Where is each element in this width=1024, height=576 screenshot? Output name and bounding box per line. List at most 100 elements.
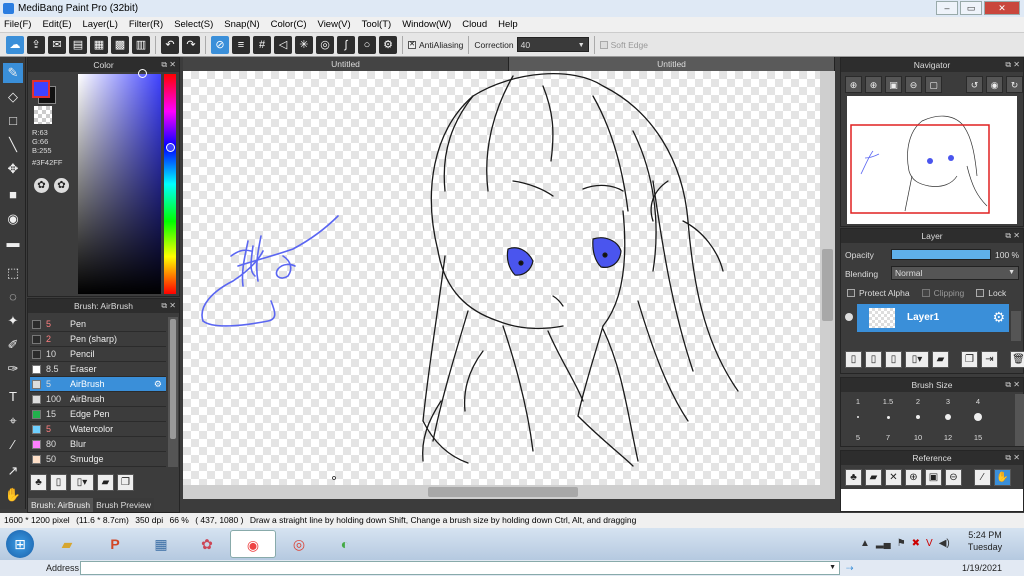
paint-icon[interactable]: ✿: [184, 530, 230, 558]
drawing-canvas[interactable]: [183, 71, 820, 485]
menu-window[interactable]: Window(W): [402, 19, 451, 30]
app-green-icon[interactable]: ◐: [322, 530, 368, 558]
zoom-fit-icon[interactable]: ⊕: [865, 76, 882, 93]
select-tool-icon[interactable]: ⬚: [3, 263, 23, 283]
brush-item[interactable]: 10 Pencil: [30, 347, 166, 362]
fit-window-icon[interactable]: ▢: [925, 76, 942, 93]
correction-select[interactable]: 40 ▼: [516, 37, 589, 52]
menu-tool[interactable]: Tool(T): [362, 19, 392, 30]
lock-checkbox[interactable]: [976, 289, 985, 297]
clipping-checkbox[interactable]: [921, 289, 930, 297]
share-icon[interactable]: ⇪: [27, 35, 45, 54]
soft-edge-checkbox[interactable]: [599, 40, 608, 49]
brush-size-option[interactable]: 15: [963, 429, 993, 446]
merge-down-icon[interactable]: ⇥: [981, 351, 998, 368]
opacity-slider[interactable]: [891, 249, 991, 260]
layer-menu-icon[interactable]: ▯▾: [905, 351, 929, 368]
curve-snap-icon[interactable]: ∫: [337, 35, 355, 54]
brush-item[interactable]: 80 Blur: [30, 437, 166, 452]
antialiasing-checkbox[interactable]: ✕: [408, 40, 416, 49]
perspective-snap-icon[interactable]: ◁: [274, 35, 292, 54]
select-pen-icon[interactable]: ✐: [3, 335, 23, 355]
add-brush-icon[interactable]: ♣: [30, 474, 47, 491]
panel-controls-icon[interactable]: ⧉ ✕: [1005, 229, 1020, 243]
dot-tool-icon[interactable]: □: [3, 111, 23, 131]
radial-snap-icon[interactable]: ✳: [295, 35, 313, 54]
layer-visibility-icon[interactable]: [845, 313, 853, 321]
fill-tool-icon[interactable]: ◉: [3, 209, 23, 229]
document-icon[interactable]: ▦: [90, 35, 108, 54]
brush-item[interactable]: 15 Edge Pen: [30, 407, 166, 422]
network-icon[interactable]: ▂▄: [876, 538, 891, 549]
brush-size-scrollbar[interactable]: [1015, 394, 1024, 446]
move-tool-icon[interactable]: ✥: [3, 159, 23, 179]
reference-add-icon[interactable]: ♣: [845, 469, 862, 486]
folder-icon[interactable]: ▰: [97, 474, 114, 491]
circle-snap-icon[interactable]: ○: [358, 35, 376, 54]
menu-filter[interactable]: Filter(R): [129, 19, 163, 30]
brush-item[interactable]: 50 Smudge: [30, 452, 166, 467]
calculator-icon[interactable]: ▦: [138, 530, 184, 558]
reference-view[interactable]: [841, 489, 1023, 511]
parallel-snap-icon[interactable]: ≡: [232, 35, 250, 54]
brush-size-option[interactable]: 1: [843, 393, 873, 427]
cross-snap-icon[interactable]: #: [253, 35, 271, 54]
grid-icon[interactable]: ▩: [111, 35, 129, 54]
menu-color[interactable]: Color(C): [271, 19, 307, 30]
divide-tool-icon[interactable]: ⌖: [3, 411, 23, 431]
reference-eyedropper-icon[interactable]: ⁄: [974, 469, 991, 486]
snap-off-icon[interactable]: ⊘: [211, 35, 229, 54]
menu-snap[interactable]: Snap(N): [224, 19, 259, 30]
cloud-icon[interactable]: ☁: [6, 35, 24, 54]
menu-view[interactable]: View(V): [318, 19, 351, 30]
explorer-icon[interactable]: ▰: [44, 530, 90, 558]
lasso-tool-icon[interactable]: ◌: [3, 287, 23, 307]
panel-controls-icon[interactable]: ⧉ ✕: [1005, 451, 1020, 465]
brush-size-option[interactable]: 3: [933, 393, 963, 427]
panel-controls-icon[interactable]: ⧉ ✕: [1005, 58, 1020, 72]
tab-brush-preview[interactable]: Brush Preview: [93, 498, 154, 512]
new-brush-icon[interactable]: ▯: [50, 474, 67, 491]
brush-size-option[interactable]: 12: [933, 429, 963, 446]
brush-tool-icon[interactable]: ✎: [3, 63, 23, 83]
brush-menu-icon[interactable]: ▯▾: [70, 474, 94, 491]
menu-select[interactable]: Select(S): [174, 19, 213, 30]
panel-controls-icon[interactable]: ⧉ ✕: [1005, 378, 1020, 392]
duplicate-layer-icon[interactable]: ❐: [961, 351, 978, 368]
layer-folder-icon[interactable]: ▰: [932, 351, 949, 368]
tab-untitled-2[interactable]: Untitled: [509, 57, 835, 71]
line-tool-icon[interactable]: ╲: [3, 135, 23, 155]
sv-picker-handle[interactable]: [138, 69, 147, 78]
chrome-icon[interactable]: ◎: [276, 530, 322, 558]
settings-gear-icon[interactable]: ⚙: [379, 35, 397, 54]
reference-close-icon[interactable]: ✕: [885, 469, 902, 486]
brush-size-option[interactable]: 7: [873, 429, 903, 446]
brush-item[interactable]: 2 Pen (sharp): [30, 332, 166, 347]
reference-fit-icon[interactable]: ▣: [925, 469, 942, 486]
undo-icon[interactable]: ↶: [161, 35, 179, 54]
reference-zoom-out-icon[interactable]: ⊖: [945, 469, 962, 486]
menu-help[interactable]: Help: [498, 19, 518, 30]
select-eraser-icon[interactable]: ✑: [3, 359, 23, 379]
menu-layer[interactable]: Layer(L): [83, 19, 118, 30]
reference-open-icon[interactable]: ▰: [865, 469, 882, 486]
reset-rotation-icon[interactable]: ◉: [986, 76, 1003, 93]
new-8bit-layer-icon[interactable]: ▯: [865, 351, 882, 368]
reference-hand-icon[interactable]: ✋: [994, 469, 1011, 486]
transform-icon[interactable]: ↗: [3, 461, 23, 481]
palette-add-icon[interactable]: ✿: [54, 178, 69, 193]
flag-icon[interactable]: ⚑: [897, 538, 906, 549]
brush-size-option[interactable]: 10: [903, 429, 933, 446]
brush-item[interactable]: 100 AirBrush: [30, 392, 166, 407]
hand-tool-icon[interactable]: ✋: [3, 485, 23, 505]
medibang-taskbar-icon[interactable]: ◉: [230, 530, 276, 558]
brush-size-option[interactable]: 5: [843, 429, 873, 446]
hue-slider[interactable]: [164, 74, 176, 294]
brush-size-option[interactable]: 1.5: [873, 393, 903, 427]
hue-slider-handle[interactable]: [166, 143, 175, 152]
brush-size-option[interactable]: 4: [963, 393, 993, 427]
brush-settings-gear-icon[interactable]: ⚙: [154, 379, 162, 390]
clock[interactable]: 5:24 PM Tuesday: [950, 529, 1020, 553]
duplicate-icon[interactable]: ❐: [117, 474, 134, 491]
saturation-value-picker[interactable]: [78, 74, 161, 294]
